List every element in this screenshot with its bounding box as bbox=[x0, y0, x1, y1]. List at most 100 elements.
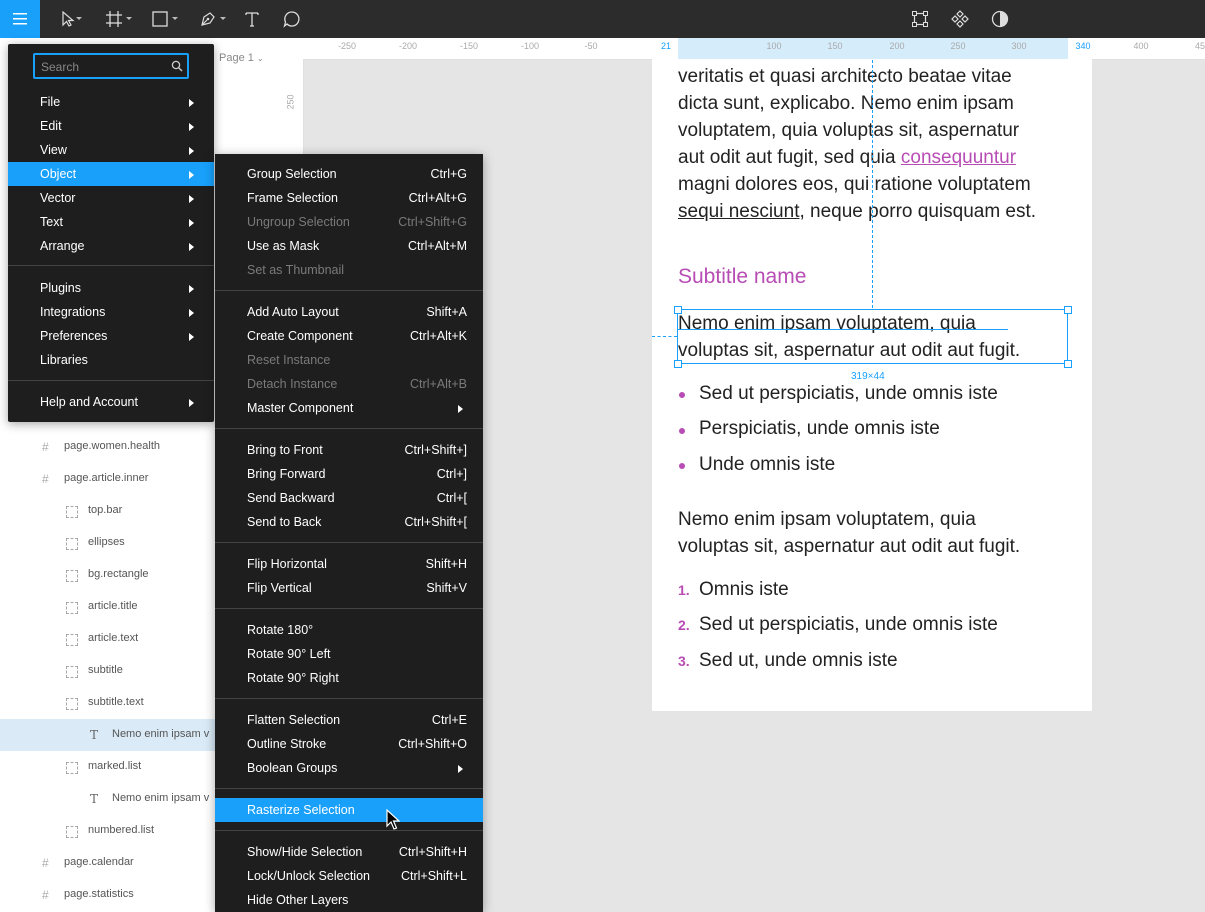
shape-tool[interactable] bbox=[140, 0, 180, 38]
menu-separator bbox=[215, 290, 483, 291]
page-selector-label: Page 1 bbox=[219, 52, 254, 64]
paragraph-line: magni dolores eos, qui ratione voluptate… bbox=[678, 174, 1031, 195]
pen-tool[interactable] bbox=[188, 0, 228, 38]
menu-item-bring-to-front[interactable]: Bring to Front Ctrl+Shift+] bbox=[215, 438, 483, 462]
menu-item-arrange[interactable]: Arrange bbox=[8, 234, 214, 258]
menu-item-label: Ungroup Selection bbox=[247, 215, 350, 229]
menu-item-label: Reset Instance bbox=[247, 353, 331, 367]
text-layer-icon: T bbox=[90, 728, 99, 742]
menu-item-rotate-180[interactable]: Rotate 180° bbox=[215, 618, 483, 642]
menu-item-use-as-mask[interactable]: Use as Mask Ctrl+Alt+M bbox=[215, 234, 483, 258]
menu-item-shortcut: Ctrl+Shift+] bbox=[404, 443, 467, 457]
list-number: 3. bbox=[678, 653, 690, 669]
menu-item-shortcut: Ctrl+Shift+G bbox=[398, 215, 467, 229]
layer-label: top.bar bbox=[88, 504, 123, 516]
menu-item-reset-instance: Reset Instance bbox=[215, 348, 483, 372]
comment-tool[interactable] bbox=[276, 0, 308, 38]
menu-item-frame-selection[interactable]: Frame Selection Ctrl+Alt+G bbox=[215, 186, 483, 210]
menu-item-help-and-account[interactable]: Help and Account bbox=[8, 390, 214, 414]
menu-item-object[interactable]: Object bbox=[8, 162, 214, 186]
resize-handle[interactable] bbox=[674, 306, 682, 314]
menu-item-rotate-90-right[interactable]: Rotate 90° Right bbox=[215, 666, 483, 690]
menu-item-label: Detach Instance bbox=[247, 377, 338, 391]
layer-label: ellipses bbox=[88, 536, 125, 548]
menu-item-label: Bring to Front bbox=[247, 443, 323, 457]
menu-item-label: Bring Forward bbox=[247, 467, 326, 481]
transform-tool[interactable] bbox=[904, 0, 936, 38]
selection-box[interactable] bbox=[677, 309, 1068, 364]
menu-item-vector[interactable]: Vector bbox=[8, 186, 214, 210]
layer-label: page.women.health bbox=[64, 440, 161, 452]
paragraph-line: aut odit aut fugit, sed quia consequuntu… bbox=[678, 144, 1016, 171]
menu-button[interactable] bbox=[0, 0, 40, 38]
frame-icon: # bbox=[42, 888, 49, 902]
chevron-down-icon: ⌄ bbox=[256, 54, 264, 63]
menu-search-field[interactable] bbox=[33, 53, 189, 79]
menu-item-rotate-90-left[interactable]: Rotate 90° Left bbox=[215, 642, 483, 666]
menu-item-add-auto-layout[interactable]: Add Auto Layout Shift+A bbox=[215, 300, 483, 324]
menu-item-send-backward[interactable]: Send Backward Ctrl+[ bbox=[215, 486, 483, 510]
resize-handle[interactable] bbox=[1064, 306, 1072, 314]
ruler-tick: 340 bbox=[1075, 41, 1091, 51]
menu-item-flatten-selection[interactable]: Flatten Selection Ctrl+E bbox=[215, 708, 483, 732]
menu-item-shortcut: Shift+A bbox=[426, 305, 467, 319]
measure-guide bbox=[652, 336, 677, 337]
menu-item-set-as-thumbnail: Set as Thumbnail bbox=[215, 258, 483, 282]
chevron-right-icon bbox=[458, 765, 463, 773]
menu-item-send-to-back[interactable]: Send to Back Ctrl+Shift+[ bbox=[215, 510, 483, 534]
shape-tool-icon bbox=[152, 11, 168, 27]
menu-item-edit[interactable]: Edit bbox=[8, 114, 214, 138]
frame-icon: # bbox=[42, 472, 49, 486]
menu-item-view[interactable]: View bbox=[8, 138, 214, 162]
menu-item-boolean-groups[interactable]: Boolean Groups bbox=[215, 756, 483, 780]
ruler-tick: 150 bbox=[827, 41, 843, 51]
menu-item-file[interactable]: File bbox=[8, 90, 214, 114]
menu-item-label: Arrange bbox=[40, 239, 85, 253]
menu-search-input[interactable] bbox=[39, 58, 173, 76]
menu-item-flip-vertical[interactable]: Flip Vertical Shift+V bbox=[215, 576, 483, 600]
layer-label: subtitle bbox=[88, 664, 123, 676]
menu-item-shortcut: Ctrl+Alt+B bbox=[410, 377, 467, 391]
layer-label: Nemo enim ipsam v bbox=[112, 728, 210, 740]
resize-handle[interactable] bbox=[674, 360, 682, 368]
menu-item-label: Use as Mask bbox=[247, 239, 320, 253]
contrast-toggle[interactable] bbox=[984, 0, 1016, 38]
menu-item-bring-forward[interactable]: Bring Forward Ctrl+] bbox=[215, 462, 483, 486]
menu-item-hide-other-layers[interactable]: Hide Other Layers bbox=[215, 888, 483, 912]
menu-item-plugins[interactable]: Plugins bbox=[8, 276, 214, 300]
bullet-item: Unde omnis iste bbox=[699, 454, 836, 475]
menu-separator bbox=[215, 428, 483, 429]
menu-item-label: Set as Thumbnail bbox=[247, 263, 345, 277]
menu-item-master-component[interactable]: Master Component bbox=[215, 396, 483, 420]
menu-item-libraries[interactable]: Libraries bbox=[8, 348, 214, 372]
group-icon bbox=[66, 570, 78, 582]
menu-item-label: Vector bbox=[40, 191, 76, 205]
component-tool[interactable] bbox=[944, 0, 976, 38]
inline-link[interactable]: consequuntur bbox=[901, 147, 1016, 168]
group-icon bbox=[66, 634, 78, 646]
contrast-icon bbox=[991, 10, 1009, 28]
page-selector[interactable]: Page 1 ⌄ bbox=[219, 52, 264, 64]
resize-handle[interactable] bbox=[1064, 360, 1072, 368]
menu-item-label: Boolean Groups bbox=[247, 761, 338, 775]
menu-item-label: Send to Back bbox=[247, 515, 322, 529]
menu-item-flip-horizontal[interactable]: Flip Horizontal Shift+H bbox=[215, 552, 483, 576]
frame-tool[interactable] bbox=[94, 0, 134, 38]
menu-item-outline-stroke[interactable]: Outline Stroke Ctrl+Shift+O bbox=[215, 732, 483, 756]
menu-item-group-selection[interactable]: Group Selection Ctrl+G bbox=[215, 162, 483, 186]
text-tool[interactable] bbox=[236, 0, 268, 38]
menu-item-integrations[interactable]: Integrations bbox=[8, 300, 214, 324]
frame-icon: # bbox=[42, 440, 49, 454]
menu-item-text[interactable]: Text bbox=[8, 210, 214, 234]
menu-item-create-component[interactable]: Create Component Ctrl+Alt+K bbox=[215, 324, 483, 348]
menu-item-show-hide-selection[interactable]: Show/Hide Selection Ctrl+Shift+H bbox=[215, 840, 483, 864]
move-tool[interactable] bbox=[48, 0, 88, 38]
transform-icon bbox=[912, 11, 928, 27]
menu-item-lock-unlock-selection[interactable]: Lock/Unlock Selection Ctrl+Shift+L bbox=[215, 864, 483, 888]
menu-item-preferences[interactable]: Preferences bbox=[8, 324, 214, 348]
menu-item-label: Flip Vertical bbox=[247, 581, 312, 595]
ruler-tick: -50 bbox=[584, 41, 598, 51]
inline-link[interactable]: sequi nesciunt bbox=[678, 201, 799, 222]
layer-label: bg.rectangle bbox=[88, 568, 149, 580]
menu-item-rasterize-selection[interactable]: Rasterize Selection bbox=[215, 798, 483, 822]
